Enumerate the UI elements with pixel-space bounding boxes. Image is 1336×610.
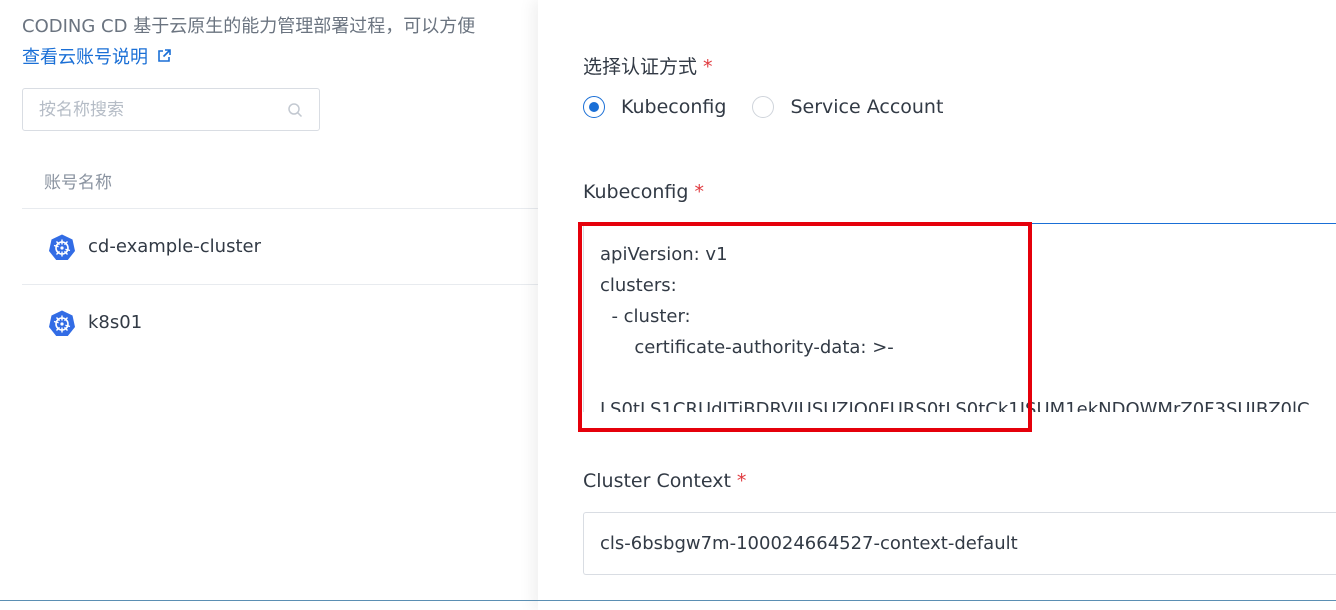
code-line: apiVersion: v1 — [600, 244, 728, 265]
code-line: LS0tLS1CRUdJTiBDRVJUSUZJQ0FURS0tLS0tCk1J… — [600, 399, 1310, 412]
code-line: - cluster: — [600, 306, 691, 327]
table-row[interactable]: k8s01 — [22, 285, 542, 360]
kubernetes-icon — [49, 234, 75, 260]
radio-kubeconfig[interactable] — [583, 96, 605, 118]
kubeconfig-textarea[interactable]: apiVersion: v1 clusters: - cluster: cert… — [583, 223, 1336, 412]
add-cluster-drawer: 选择认证方式 * Kubeconfig Service Account Kubec… — [538, 0, 1336, 610]
search-input[interactable] — [23, 89, 299, 130]
account-name: cd-example-cluster — [88, 236, 262, 257]
cloud-account-doc-link[interactable]: 查看云账号说明 — [22, 43, 172, 69]
auth-method-label-text: 选择认证方式 — [583, 56, 698, 78]
cluster-context-label-text: Cluster Context — [583, 470, 731, 492]
kubernetes-icon — [49, 310, 75, 336]
account-name: k8s01 — [88, 312, 143, 333]
kubeconfig-label: Kubeconfig * — [583, 181, 704, 203]
account-search — [22, 88, 320, 131]
cluster-context-label: Cluster Context * — [583, 470, 746, 492]
radio-service-account-label[interactable]: Service Account — [790, 96, 943, 118]
column-header-account-name: 账号名称 — [44, 173, 112, 193]
doc-link-label: 查看云账号说明 — [22, 47, 148, 68]
required-mark: * — [736, 470, 747, 492]
auth-method-radio-group: Kubeconfig Service Account — [583, 96, 969, 118]
required-mark: * — [694, 181, 704, 203]
radio-service-account[interactable] — [752, 96, 775, 118]
table-row[interactable]: cd-example-cluster — [22, 209, 542, 284]
bottom-divider — [0, 600, 1336, 601]
required-mark: * — [703, 56, 713, 78]
auth-method-label: 选择认证方式 * — [583, 52, 713, 79]
cluster-context-input[interactable] — [583, 512, 1336, 575]
kubeconfig-label-text: Kubeconfig — [583, 181, 689, 203]
external-link-icon — [158, 49, 171, 62]
code-line: certificate-authority-data: >- — [600, 337, 894, 358]
intro-text: CODING CD 基于云原生的能力管理部署过程，可以方便 — [22, 16, 476, 37]
code-line: clusters: — [600, 275, 677, 296]
search-icon[interactable] — [287, 102, 303, 118]
radio-kubeconfig-label[interactable]: Kubeconfig — [621, 96, 726, 118]
